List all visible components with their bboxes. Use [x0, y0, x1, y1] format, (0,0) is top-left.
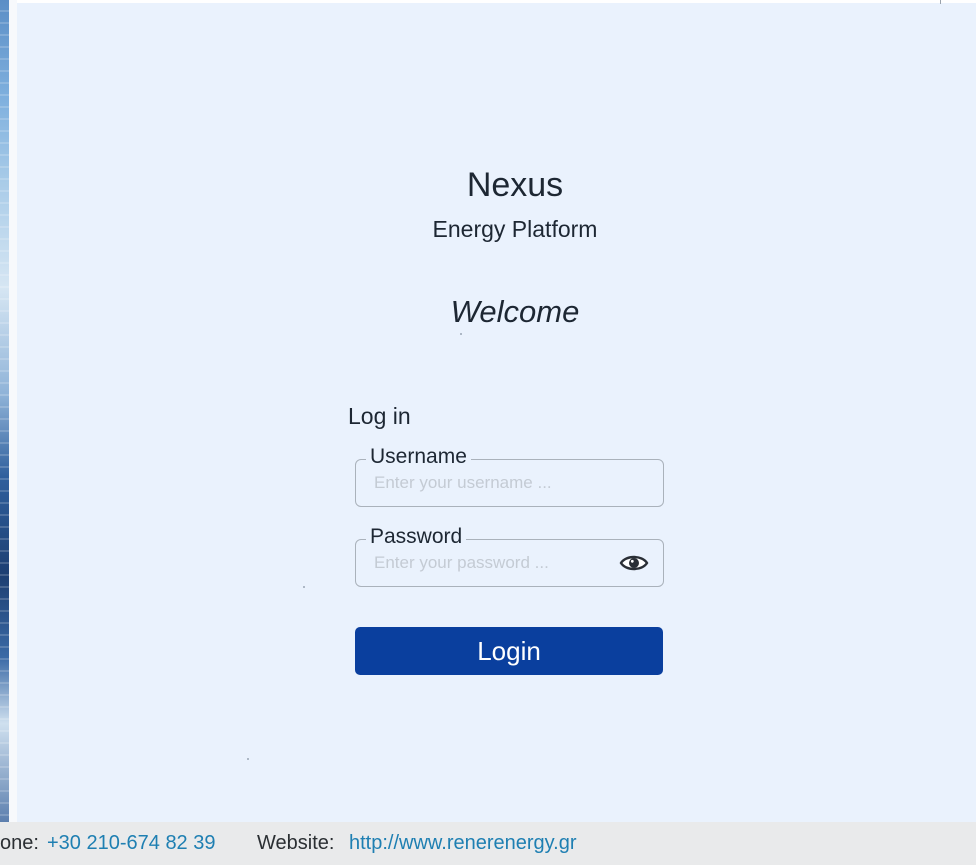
- panel-top-edge: [17, 0, 976, 3]
- background-speck: [460, 333, 462, 335]
- corner-mark: [940, 0, 941, 4]
- website-label: Website:: [257, 832, 335, 854]
- password-input[interactable]: [374, 550, 604, 576]
- login-panel: [17, 0, 976, 822]
- password-field: Password: [355, 524, 664, 587]
- solar-panel-image: [0, 0, 9, 822]
- phone-label: one:: [0, 832, 39, 854]
- login-button[interactable]: Login: [355, 627, 663, 675]
- password-label: Password: [366, 524, 467, 550]
- phone-link[interactable]: +30 210-674 82 39: [47, 822, 216, 865]
- username-label: Username: [366, 444, 471, 470]
- app-title: Nexus: [466, 166, 564, 204]
- background-speck: [303, 586, 305, 588]
- username-input[interactable]: [374, 470, 604, 496]
- welcome-heading: Welcome: [450, 294, 580, 329]
- login-heading: Log in: [348, 403, 411, 429]
- username-field: Username: [355, 444, 664, 507]
- app-subtitle: Energy Platform: [432, 216, 598, 242]
- website-link[interactable]: http://www.renerenergy.gr: [349, 822, 577, 865]
- footer: one: +30 210-674 82 39 Website: http://w…: [0, 822, 976, 865]
- eye-icon[interactable]: [619, 551, 649, 575]
- background-speck: [247, 758, 249, 760]
- image-divider: [9, 0, 17, 822]
